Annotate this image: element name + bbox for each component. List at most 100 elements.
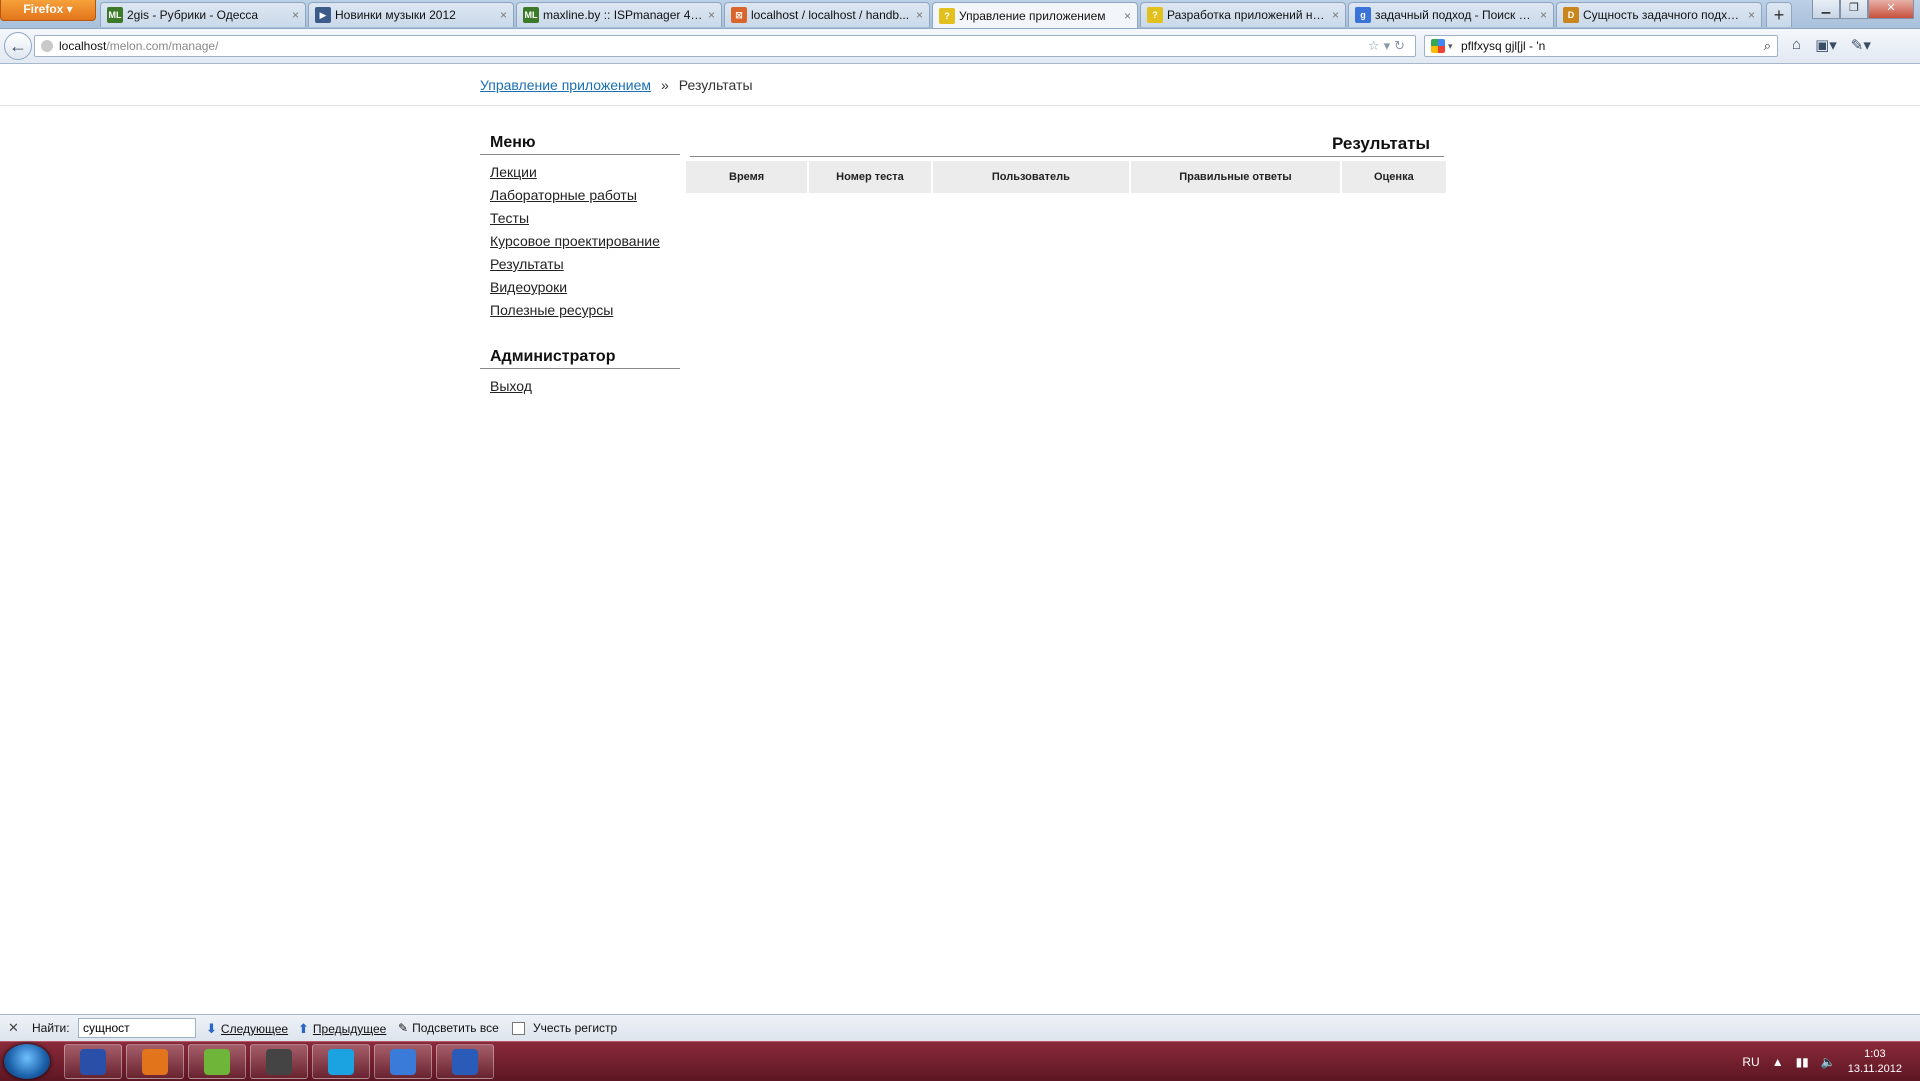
home-icon[interactable]: ⌂: [1792, 36, 1801, 54]
navigation-bar: ← localhost/melon.com/manage/ ☆▾↻ ▾ pflf…: [0, 29, 1920, 64]
browser-tab[interactable]: ▶ Новинки музыки 2012 ×: [308, 2, 514, 27]
restore-icon[interactable]: ❐: [1840, 0, 1868, 19]
addon-icon[interactable]: ✎▾: [1851, 36, 1871, 54]
menu-item-link[interactable]: Тесты: [490, 210, 529, 226]
breadcrumb-current: Результаты: [678, 77, 753, 93]
clock-date: 13.11.2012: [1847, 1062, 1902, 1075]
bookmarks-menu-icon[interactable]: ▣▾: [1815, 36, 1837, 54]
column-header: Пользователь: [930, 161, 1131, 193]
save-app-button[interactable]: [64, 1044, 122, 1079]
url-path: /melon.com/manage/: [106, 39, 219, 53]
find-bar: ✕ Найти: ⬇ Следующее ⬆ Предыдущее ✎ Подс…: [0, 1014, 1920, 1042]
browser-tab[interactable]: ⊠ localhost / localhost / handb... ×: [724, 2, 930, 27]
site-identity-icon[interactable]: [41, 40, 53, 52]
tab-close-icon[interactable]: ×: [500, 8, 507, 22]
page-content: Управление приложением » Результаты Меню Л…: [0, 64, 1920, 1014]
browser-tab[interactable]: D Сущность задачного подход... ×: [1556, 2, 1762, 27]
history-dropdown-icon[interactable]: ▾: [1384, 38, 1395, 53]
list-item: Результаты: [490, 253, 680, 276]
match-case-checkbox[interactable]: Учесть регистр: [512, 1021, 617, 1035]
highlight-all-button[interactable]: ✎ Подсветить все: [398, 1021, 499, 1035]
find-next-button[interactable]: ⬇ Следующее: [206, 1021, 288, 1037]
results-section: Результаты Время Номер теста Пользователь П…: [686, 134, 1446, 193]
word-app-button[interactable]: [436, 1044, 494, 1079]
tab-close-icon[interactable]: ×: [292, 8, 299, 22]
match-case-label: Учесть регистр: [533, 1021, 618, 1035]
taskbar: RU ▲ ▮▮ 🔈 1:03 13.11.2012: [0, 1041, 1920, 1081]
menu-item-link[interactable]: Видеоуроки: [490, 279, 567, 295]
menu-heading: Меню: [480, 134, 680, 155]
tab-title: Управление приложением: [959, 8, 1106, 23]
breadcrumb-link-manage[interactable]: Управление приложением: [480, 77, 651, 93]
skype-app-button[interactable]: [312, 1044, 370, 1079]
language-indicator[interactable]: RU: [1742, 1055, 1759, 1069]
menu-item-link[interactable]: Лекции: [490, 164, 537, 180]
column-header: Оценка: [1339, 161, 1446, 193]
menu-item-link[interactable]: Курсовое проектирование: [490, 233, 660, 249]
tab-close-icon[interactable]: ×: [1748, 8, 1755, 22]
network-icon[interactable]: ▮▮: [1796, 1055, 1809, 1069]
tab-close-icon[interactable]: ×: [1540, 8, 1547, 22]
notepad-app-icon: [204, 1048, 230, 1075]
tab-close-icon[interactable]: ×: [1332, 8, 1339, 22]
list-item: Видеоуроки: [490, 276, 680, 299]
tray-expand-icon[interactable]: ▲: [1772, 1055, 1784, 1069]
search-magnifier-icon[interactable]: ⌕: [1764, 36, 1771, 56]
browser-tab[interactable]: ML 2gis - Рубрики - Одесса ×: [100, 2, 306, 27]
find-label: Найти:: [32, 1021, 70, 1035]
find-previous-button[interactable]: ⬆ Предыдущее: [298, 1021, 386, 1037]
admin-item-link[interactable]: Выход: [490, 378, 532, 394]
breadcrumb: Управление приложением » Результаты: [480, 77, 753, 93]
new-tab-button[interactable]: +: [1766, 2, 1792, 27]
checkbox-icon[interactable]: [512, 1021, 525, 1035]
video-app-button[interactable]: [250, 1044, 308, 1079]
tab-close-icon[interactable]: ×: [916, 8, 923, 22]
menu-item-link[interactable]: Лабораторные работы: [490, 187, 637, 203]
results-table-header: Время Номер теста Пользователь Правильные о…: [686, 161, 1446, 193]
system-tray: RU ▲ ▮▮ 🔈 1:03 13.11.2012: [1742, 1042, 1902, 1081]
clock[interactable]: 1:03 13.11.2012: [1848, 1047, 1902, 1077]
google-engine-icon[interactable]: [1431, 39, 1445, 53]
search-bar[interactable]: ▾ pflfxysq gjl[jl - 'n ⌕: [1424, 35, 1778, 57]
bookmark-star-icon[interactable]: ☆: [1368, 38, 1384, 53]
page-title: Результаты: [690, 134, 1444, 157]
close-window-icon[interactable]: ✕: [1868, 0, 1914, 19]
notepad-app-button[interactable]: [188, 1044, 246, 1079]
up-arrow-icon: ⬆: [298, 1021, 309, 1036]
back-arrow-icon[interactable]: ←: [4, 32, 32, 60]
tab-title: localhost / localhost / handb...: [751, 8, 910, 22]
toolbar-icons: ⌂ ▣▾ ✎▾: [1792, 36, 1871, 54]
tab-title: Разработка приложений на ...: [1167, 8, 1328, 22]
minimize-icon[interactable]: ▁: [1812, 0, 1840, 19]
tab-close-icon[interactable]: ×: [708, 8, 715, 22]
browser-tab[interactable]: ? Управление приложением ×: [932, 2, 1138, 28]
menu-item-link[interactable]: Полезные ресурсы: [490, 302, 613, 318]
down-arrow-icon: ⬇: [206, 1021, 217, 1036]
browser-tab[interactable]: g задачный подход - Поиск в ... ×: [1348, 2, 1554, 27]
windows-start-icon[interactable]: [4, 1044, 50, 1079]
browser-tab[interactable]: ML maxline.by :: ISPmanager 4.4 ... ×: [516, 2, 722, 27]
url-bar[interactable]: localhost/melon.com/manage/ ☆▾↻: [34, 35, 1416, 57]
volume-icon[interactable]: 🔈: [1821, 1055, 1836, 1069]
breadcrumb-bar: Управление приложением » Результаты: [0, 64, 1920, 106]
browser-tab[interactable]: ? Разработка приложений на ... ×: [1140, 2, 1346, 27]
admin-list: Выход: [480, 375, 680, 398]
itunes-app-button[interactable]: [374, 1044, 432, 1079]
tab-favicon-icon: ?: [939, 7, 955, 24]
reload-icon[interactable]: ↻: [1394, 38, 1409, 53]
firefox-menu-button[interactable]: Firefox ▾: [0, 0, 96, 21]
results-table: Время Номер теста Пользователь Правильные о…: [686, 161, 1446, 193]
tab-title: Новинки музыки 2012: [335, 8, 456, 22]
list-item: Курсовое проектирование: [490, 230, 680, 253]
search-input[interactable]: pflfxysq gjl[jl - 'n: [1461, 39, 1545, 53]
close-findbar-icon[interactable]: ✕: [8, 1020, 19, 1036]
engine-dropdown-icon[interactable]: ▾: [1448, 36, 1453, 56]
firefox-app-button[interactable]: [126, 1044, 184, 1079]
find-input[interactable]: [78, 1018, 196, 1038]
itunes-app-icon: [390, 1048, 416, 1075]
menu-item-link[interactable]: Результаты: [490, 256, 564, 272]
list-item: Лекции: [490, 161, 680, 184]
list-item: Полезные ресурсы: [490, 299, 680, 322]
tab-close-icon[interactable]: ×: [1124, 9, 1131, 23]
window-controls: ▁ ❐ ✕: [1812, 0, 1914, 19]
